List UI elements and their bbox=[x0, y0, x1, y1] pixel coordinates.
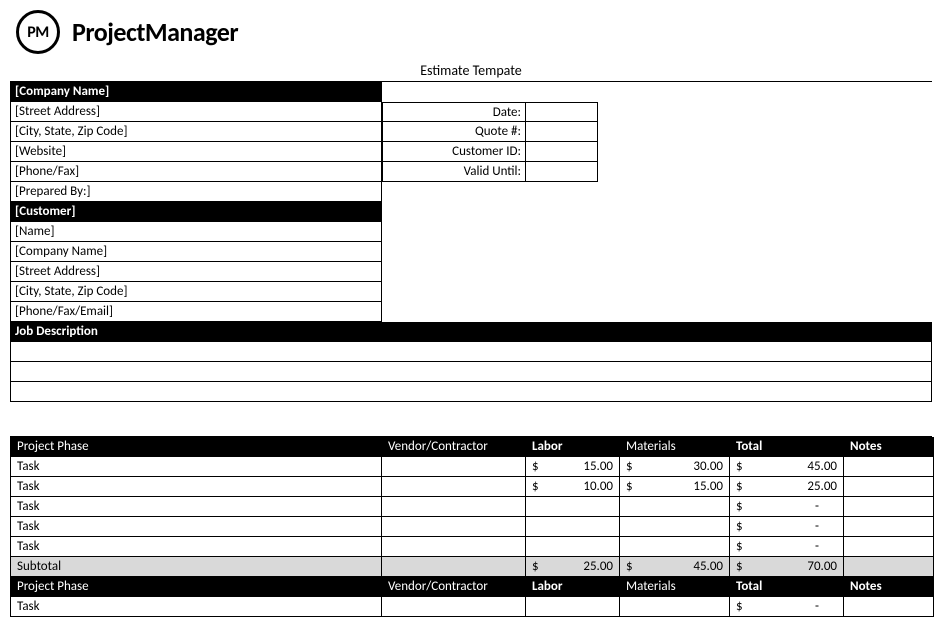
document-title: Estimate Tempate bbox=[10, 62, 932, 81]
brand-header: PM ProjectManager bbox=[16, 10, 932, 54]
subtotal-vendor bbox=[382, 557, 526, 577]
meta-date-label: Date: bbox=[382, 102, 526, 122]
table-row-task[interactable]: Task bbox=[10, 457, 382, 477]
table-row-labor[interactable] bbox=[526, 517, 620, 537]
table-row-notes[interactable] bbox=[844, 457, 934, 477]
col-materials: Materials bbox=[620, 437, 730, 457]
meta-date-value[interactable] bbox=[526, 102, 598, 122]
job-description-header: Job Description bbox=[10, 322, 932, 342]
phase-table: Project Phase Vendor/Contractor Labor Ma… bbox=[10, 436, 932, 617]
table-row-notes[interactable] bbox=[844, 477, 934, 497]
table-row-task[interactable]: Task bbox=[10, 597, 382, 617]
col-vendor: Vendor/Contractor bbox=[382, 437, 526, 457]
col-phase: Project Phase bbox=[10, 437, 382, 457]
meta-quote-label: Quote #: bbox=[382, 122, 526, 142]
customer-header: [Customer] bbox=[10, 202, 382, 222]
subtotal-labor: $25.00 bbox=[526, 557, 620, 577]
col-total: Total bbox=[730, 577, 844, 597]
table-row-notes[interactable] bbox=[844, 517, 934, 537]
company-city[interactable]: [City, State, Zip Code] bbox=[10, 122, 382, 142]
table-row-vendor[interactable] bbox=[382, 537, 526, 557]
table-row-labor[interactable] bbox=[526, 537, 620, 557]
meta-customerid-value[interactable] bbox=[526, 142, 598, 162]
table-row-total: $- bbox=[730, 517, 844, 537]
table-row-labor[interactable] bbox=[526, 597, 620, 617]
brand-logo-icon: PM bbox=[16, 10, 60, 54]
subtotal-total: $70.00 bbox=[730, 557, 844, 577]
table-row-materials[interactable] bbox=[620, 517, 730, 537]
meta-valid-value[interactable] bbox=[526, 162, 598, 182]
job-description-line[interactable] bbox=[10, 382, 932, 402]
table-row-total: $- bbox=[730, 537, 844, 557]
job-description-line[interactable] bbox=[10, 342, 932, 362]
table-row-vendor[interactable] bbox=[382, 457, 526, 477]
col-notes: Notes bbox=[844, 577, 934, 597]
table-row-notes[interactable] bbox=[844, 597, 934, 617]
table-row-labor[interactable]: $15.00 bbox=[526, 457, 620, 477]
table-row-vendor[interactable] bbox=[382, 517, 526, 537]
customer-phone[interactable]: [Phone/Fax/Email] bbox=[10, 302, 382, 322]
table-row-task[interactable]: Task bbox=[10, 497, 382, 517]
company-website[interactable]: [Website] bbox=[10, 142, 382, 162]
table-row-materials[interactable] bbox=[620, 497, 730, 517]
col-phase: Project Phase bbox=[10, 577, 382, 597]
table-row-total: $- bbox=[730, 597, 844, 617]
customer-street[interactable]: [Street Address] bbox=[10, 262, 382, 282]
table-row-task[interactable]: Task bbox=[10, 477, 382, 497]
table-row-labor[interactable]: $10.00 bbox=[526, 477, 620, 497]
col-notes: Notes bbox=[844, 437, 934, 457]
table-row-materials[interactable]: $30.00 bbox=[620, 457, 730, 477]
table-row-materials[interactable] bbox=[620, 537, 730, 557]
company-header: [Company Name] bbox=[10, 82, 382, 102]
meta-customerid-label: Customer ID: bbox=[382, 142, 526, 162]
table-row-task[interactable]: Task bbox=[10, 517, 382, 537]
col-labor: Labor bbox=[526, 437, 620, 457]
table-row-vendor[interactable] bbox=[382, 597, 526, 617]
company-street[interactable]: [Street Address] bbox=[10, 102, 382, 122]
table-row-notes[interactable] bbox=[844, 537, 934, 557]
subtotal-label: Subtotal bbox=[10, 557, 382, 577]
customer-company[interactable]: [Company Name] bbox=[10, 242, 382, 262]
table-row-vendor[interactable] bbox=[382, 497, 526, 517]
subtotal-materials: $45.00 bbox=[620, 557, 730, 577]
table-row-notes[interactable] bbox=[844, 497, 934, 517]
table-row-materials[interactable] bbox=[620, 597, 730, 617]
company-phone[interactable]: [Phone/Fax] bbox=[10, 162, 382, 182]
table-row-task[interactable]: Task bbox=[10, 537, 382, 557]
subtotal-notes bbox=[844, 557, 934, 577]
company-preparedby[interactable]: [Prepared By:] bbox=[10, 182, 382, 202]
col-labor: Labor bbox=[526, 577, 620, 597]
meta-valid-label: Valid Until: bbox=[382, 162, 526, 182]
customer-name[interactable]: [Name] bbox=[10, 222, 382, 242]
col-total: Total bbox=[730, 437, 844, 457]
col-vendor: Vendor/Contractor bbox=[382, 577, 526, 597]
customer-city[interactable]: [City, State, Zip Code] bbox=[10, 282, 382, 302]
table-row-total: $- bbox=[730, 497, 844, 517]
table-row-labor[interactable] bbox=[526, 497, 620, 517]
table-row-total: $25.00 bbox=[730, 477, 844, 497]
job-description-line[interactable] bbox=[10, 362, 932, 382]
table-row-total: $45.00 bbox=[730, 457, 844, 477]
brand-name: ProjectManager bbox=[72, 16, 238, 48]
table-row-vendor[interactable] bbox=[382, 477, 526, 497]
table-row-materials[interactable]: $15.00 bbox=[620, 477, 730, 497]
meta-quote-value[interactable] bbox=[526, 122, 598, 142]
col-materials: Materials bbox=[620, 577, 730, 597]
